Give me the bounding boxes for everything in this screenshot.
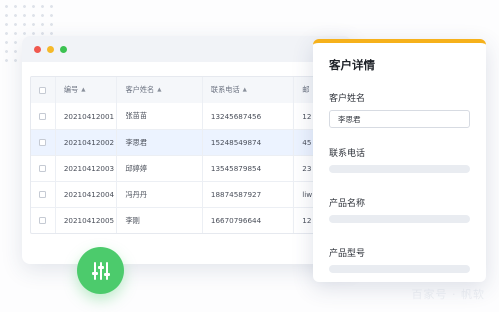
close-window-button[interactable] [34,45,41,53]
column-header-phone[interactable]: 联系电话 ▲ [201,77,293,103]
cell-phone: 18874587927 [201,182,293,207]
table-body: 20210412001 张苗苗 13245687456 12 20210412002 李思… [31,103,339,233]
cell-id-text: 20210412002 [63,138,115,147]
sort-caret-icon[interactable]: ▲ [243,87,247,93]
column-header-name-label: 客户姓名 [125,85,155,94]
row-checkbox[interactable] [39,191,47,198]
table-row[interactable]: 20210412004 冯丹丹 18874587927 liw [31,181,339,207]
filter-button[interactable] [77,247,124,294]
column-header-extra-label: 邮 [302,85,310,94]
cell-extra-text: liw [302,190,313,199]
cell-phone: 16670796644 [201,208,293,233]
cell-extra-text: 12 [302,216,312,225]
row-checkbox-cell [31,156,55,181]
cell-id: 20210412001 [54,103,117,129]
filter-sliders-icon [91,261,110,280]
cell-id-text: 20210412005 [63,216,115,225]
sort-caret-icon[interactable]: ▲ [81,87,85,93]
screenshot-stage: 百家号 · 帆软 编号 ▲ 客户姓名 ▲ 联系电话 ▲ 邮 2021041200… [0,0,499,312]
table-row[interactable]: 20210412005 李刚 16670796644 12 [31,207,339,233]
cell-name: 李思君 [116,130,201,155]
cell-name-text: 李思君 [125,137,148,147]
cell-id-text: 20210412004 [63,190,115,199]
customer-name-label: 客户姓名 [329,94,366,104]
cell-phone-text: 13545879854 [210,164,262,173]
cell-extra-text: 23 [302,164,312,173]
product-model-label: 产品型号 [329,249,366,259]
cell-extra-text: 12 [302,111,312,121]
column-header-id-label: 编号 [63,85,79,94]
row-checkbox[interactable] [39,217,47,224]
cell-name-text: 冯丹丹 [125,189,148,199]
minimize-window-button[interactable] [47,45,54,53]
cell-id-text: 20210412003 [63,164,115,173]
cell-name-text: 李刚 [125,215,140,225]
product-name-label: 产品名称 [329,199,366,209]
select-all-checkbox[interactable] [39,86,47,94]
cell-id: 20210412004 [54,182,117,207]
row-checkbox[interactable] [39,112,47,120]
product-name-placeholder-bar [329,215,470,223]
row-checkbox-cell [31,130,55,155]
sort-caret-icon[interactable]: ▲ [157,87,161,93]
cell-name: 冯丹丹 [116,182,201,207]
cell-phone: 13245687456 [201,103,293,129]
customer-name-value: 李思君 [338,114,361,124]
cell-phone-text: 16670796644 [210,216,262,225]
cell-phone-text: 18874587927 [210,190,262,199]
table-row[interactable]: 20210412001 张苗苗 13245687456 12 [31,103,339,129]
column-header-name[interactable]: 客户姓名 ▲ [116,77,201,103]
select-all-cell [31,77,55,103]
cell-phone: 15248549874 [201,130,293,155]
row-checkbox-cell [31,103,55,129]
column-header-phone-label: 联系电话 [210,85,240,94]
row-checkbox-cell [31,208,55,233]
maximize-window-button[interactable] [60,45,67,53]
cell-name: 邱婷婷 [116,156,201,181]
cell-id: 20210412005 [54,208,117,233]
row-checkbox[interactable] [39,165,47,172]
row-checkbox[interactable] [39,139,47,146]
cell-extra-text: 45 [302,138,312,147]
row-checkbox-cell [31,182,55,207]
detail-title: 客户详情 [329,58,375,72]
product-model-placeholder-bar [329,265,470,273]
cell-name: 李刚 [116,208,201,233]
cell-name-text: 邱婷婷 [125,163,148,173]
cell-id: 20210412003 [54,156,117,181]
table-window: 编号 ▲ 客户姓名 ▲ 联系电话 ▲ 邮 20210412001 张苗苗 13245… [22,36,352,264]
cell-phone-text: 13245687456 [210,111,262,121]
cell-name: 张苗苗 [116,103,201,129]
column-header-id[interactable]: 编号 ▲ [54,77,117,103]
phone-label: 联系电话 [329,149,366,159]
table-row[interactable]: 20210412002 李思君 15248549874 45 [31,129,339,155]
cell-id: 20210412002 [54,130,117,155]
customer-name-input[interactable]: 李思君 [329,110,470,128]
window-titlebar [22,36,352,62]
cell-name-text: 张苗苗 [125,111,148,120]
table-header-row: 编号 ▲ 客户姓名 ▲ 联系电话 ▲ 邮 [31,77,339,103]
table-row[interactable]: 20210412003 邱婷婷 13545879854 23 [31,155,339,181]
watermark: 百家号 · 帆软 [411,288,485,301]
customer-table: 编号 ▲ 客户姓名 ▲ 联系电话 ▲ 邮 20210412001 张苗苗 13245… [30,76,340,234]
cell-phone: 13545879854 [201,156,293,181]
cell-id-text: 20210412001 [63,111,115,121]
customer-detail-card: 客户详情 客户姓名 李思君 联系电话 产品名称 产品型号 [313,39,486,282]
phone-placeholder-bar [329,165,470,173]
cell-phone-text: 15248549874 [210,138,262,147]
